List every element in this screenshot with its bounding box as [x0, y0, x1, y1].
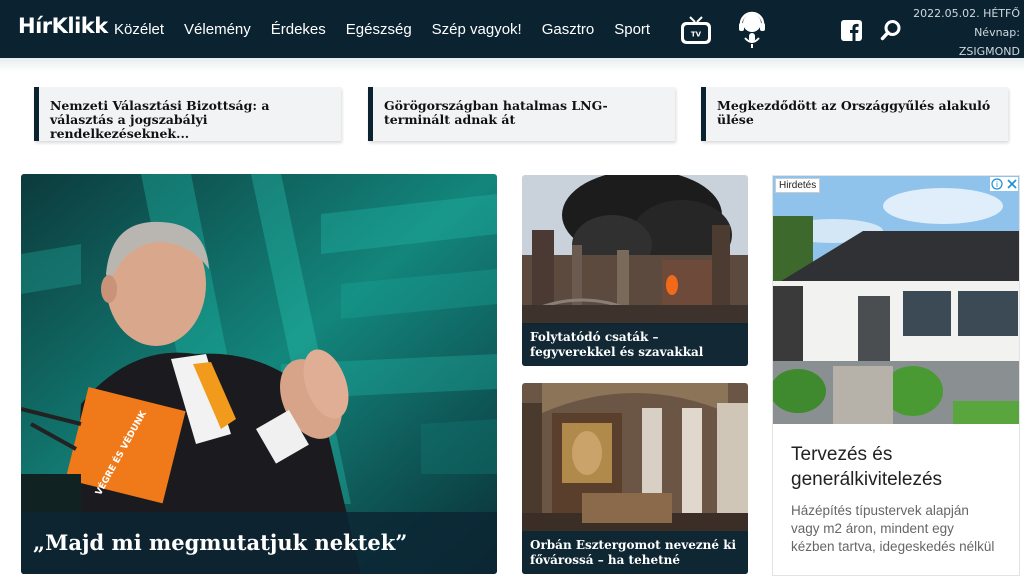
ad-image — [773, 176, 1019, 424]
klikk-tv-icon[interactable]: TV — [678, 12, 714, 48]
search-icon[interactable] — [880, 19, 902, 41]
date-nameday-box: 2022.05.02. HÉTFŐ Névnap: ZSIGMOND — [913, 4, 1020, 61]
advertisement[interactable]: Hirdetés i Tervezés és generálkivitelezé… — [772, 175, 1020, 576]
ad-body: Házépítés típustervek alapján vagy m2 ár… — [791, 503, 995, 554]
header-shadow — [0, 58, 1024, 72]
ad-title: Tervezés és generálkivitelezés — [791, 444, 943, 490]
nameday-label: Névnap: — [974, 26, 1020, 39]
nav-item-erdekes[interactable]: Érdekes — [271, 21, 326, 38]
site-logo-text: HírKlikk — [18, 14, 108, 38]
ad-close-icon[interactable]: i — [990, 177, 1018, 191]
nav-item-szep-vagyok[interactable]: Szép vagyok! — [432, 21, 522, 38]
nav-item-sport[interactable]: Sport — [614, 21, 650, 38]
headline-item[interactable]: Nemzeti Választási Bizottság: a választá… — [34, 87, 341, 141]
nav-item-velemeny[interactable]: Vélemény — [184, 21, 251, 38]
nav-item-kozelet[interactable]: Közélet — [114, 21, 164, 38]
hero-caption: „Majd mi megmutatjuk nektek” — [21, 512, 497, 574]
site-logo[interactable]: HírKlikk — [18, 14, 108, 38]
top-navigation-bar: HírKlikk Közélet Vélemény Érdekes Egészs… — [0, 0, 1024, 58]
hero-article[interactable]: VÉGRE ÉS VÉDUNK „Majd mi megmutatjuk nek… — [21, 174, 497, 574]
nav-item-gasztro[interactable]: Gasztro — [542, 21, 595, 38]
headline-item[interactable]: Megkezdődött az Országgyűlés alakuló ülé… — [701, 87, 1008, 141]
current-date: 2022.05.02. HÉTFŐ — [913, 7, 1020, 20]
article-card-caption: Orbán Esztergomot nevezné ki fővárossá –… — [522, 531, 748, 574]
svg-text:i: i — [996, 180, 998, 189]
article-card[interactable]: Orbán Esztergomot nevezné ki fővárossá –… — [522, 383, 748, 574]
headline-strip: Nemzeti Választási Bizottság: a választá… — [34, 87, 1009, 141]
svg-text:TV: TV — [691, 31, 702, 39]
main-nav: Közélet Vélemény Érdekes Egészség Szép v… — [114, 0, 670, 58]
article-card-caption: Folytatódó csaták – fegyverekkel és szav… — [522, 323, 748, 366]
podcast-icon[interactable] — [735, 10, 769, 50]
article-card[interactable]: Folytatódó csaták – fegyverekkel és szav… — [522, 175, 748, 366]
facebook-icon[interactable] — [841, 20, 862, 41]
ad-label: Hirdetés — [775, 178, 821, 193]
headline-item[interactable]: Görögországban hatalmas LNG-terminált ad… — [368, 87, 675, 141]
nav-item-egeszseg[interactable]: Egészség — [346, 21, 412, 38]
